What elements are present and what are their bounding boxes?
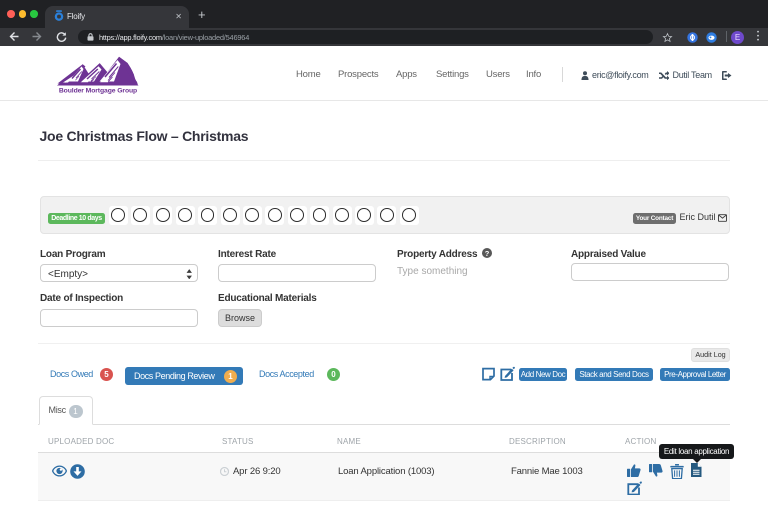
- svg-text:Boulder Mortgage Group: Boulder Mortgage Group: [59, 88, 137, 95]
- svg-text:?: ?: [485, 249, 490, 258]
